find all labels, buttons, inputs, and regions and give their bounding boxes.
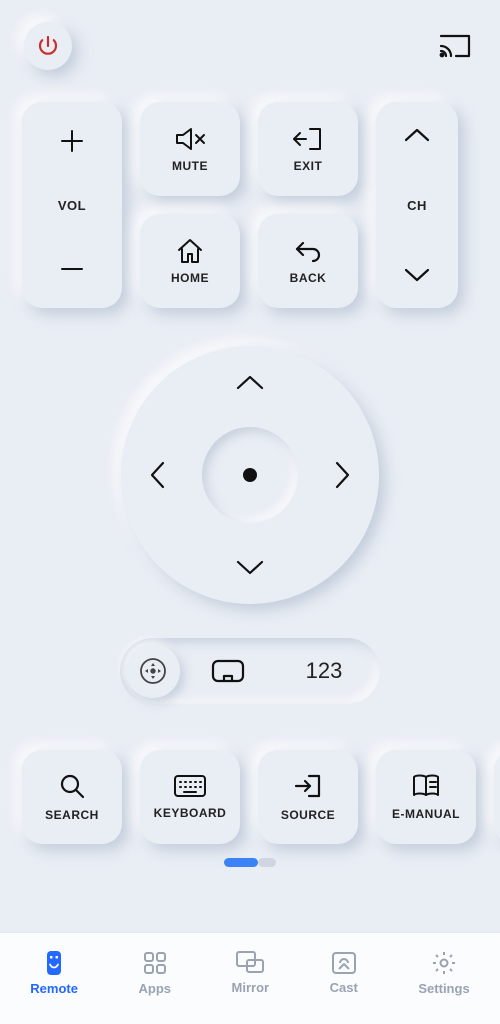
chevron-down-icon [233,556,267,578]
exit-button[interactable]: EXIT [258,102,358,196]
dpad-mode-icon [139,657,167,685]
tab-remote[interactable]: Remote [30,949,78,996]
dpad-center-dot-icon [243,468,257,482]
channel-up-button[interactable] [402,126,432,146]
keyboard-button[interactable]: KEYBOARD [140,750,240,844]
chevron-left-icon [147,458,169,492]
dpad [121,346,379,604]
cast-tab-icon [330,950,358,976]
book-icon [411,773,441,799]
mode-touchpad-button[interactable] [180,646,276,696]
channel-down-button[interactable] [402,264,432,284]
numpad-label: 123 [306,658,343,684]
tab-settings[interactable]: Settings [418,949,469,996]
home-button[interactable]: HOME [140,214,240,308]
shortcut-row[interactable]: SEARCH KEYBOARD SOURCE E-MANUAL MENU [0,750,500,844]
chevron-up-icon [402,126,432,146]
keyboard-label: KEYBOARD [154,806,227,820]
minus-icon [57,254,87,284]
input-mode-switch: 123 [120,638,380,704]
tab-cast[interactable]: Cast [330,950,358,995]
remote-icon [40,949,68,977]
source-icon [293,772,323,800]
mute-icon [174,125,206,153]
chevron-up-icon [233,372,267,394]
back-label: BACK [290,271,327,285]
mute-button[interactable]: MUTE [140,102,240,196]
home-label: HOME [171,271,209,285]
search-button[interactable]: SEARCH [22,750,122,844]
menu-button[interactable]: MENU [494,750,500,844]
cast-button[interactable] [434,28,476,64]
tab-apps[interactable]: Apps [139,949,172,996]
touchpad-mode-icon [210,658,246,684]
channel-label: CH [407,198,427,213]
tab-mirror-label: Mirror [232,980,270,995]
search-icon [58,772,86,800]
chevron-down-icon [402,264,432,284]
plus-icon [57,126,87,156]
chevron-right-icon [331,458,353,492]
settings-icon [430,949,458,977]
mode-dpad-button[interactable] [126,644,180,698]
emanual-label: E-MANUAL [392,807,460,821]
tab-bar: Remote Apps Mirror Cast Settings [0,932,500,1024]
tab-cast-label: Cast [330,980,358,995]
dpad-down-button[interactable] [233,556,267,578]
page-dot-active [224,858,258,867]
keyboard-icon [173,774,207,798]
dpad-right-button[interactable] [331,458,353,492]
dpad-left-button[interactable] [147,458,169,492]
tab-settings-label: Settings [418,981,469,996]
tab-remote-label: Remote [30,981,78,996]
exit-label: EXIT [294,159,323,173]
source-label: SOURCE [281,808,335,822]
tab-mirror[interactable]: Mirror [232,950,270,995]
mute-label: MUTE [172,159,208,173]
mirror-icon [235,950,265,976]
volume-label: VOL [58,198,86,213]
page-indicator [0,858,500,867]
power-icon [36,34,60,58]
page-dot-inactive [258,858,276,867]
apps-icon [141,949,169,977]
volume-down-button[interactable] [57,254,87,284]
volume-rocker: VOL [22,102,122,308]
dpad-up-button[interactable] [233,372,267,394]
back-icon [293,237,323,265]
home-icon [175,237,205,265]
emanual-button[interactable]: E-MANUAL [376,750,476,844]
exit-icon [292,125,324,153]
tab-apps-label: Apps [139,981,172,996]
dpad-ok-button[interactable] [202,427,298,523]
cast-icon [438,32,472,60]
source-button[interactable]: SOURCE [258,750,358,844]
back-button[interactable]: BACK [258,214,358,308]
channel-rocker: CH [376,102,458,308]
search-label: SEARCH [45,808,99,822]
mode-numpad-button[interactable]: 123 [276,646,372,696]
volume-up-button[interactable] [57,126,87,156]
power-button[interactable] [24,22,72,70]
